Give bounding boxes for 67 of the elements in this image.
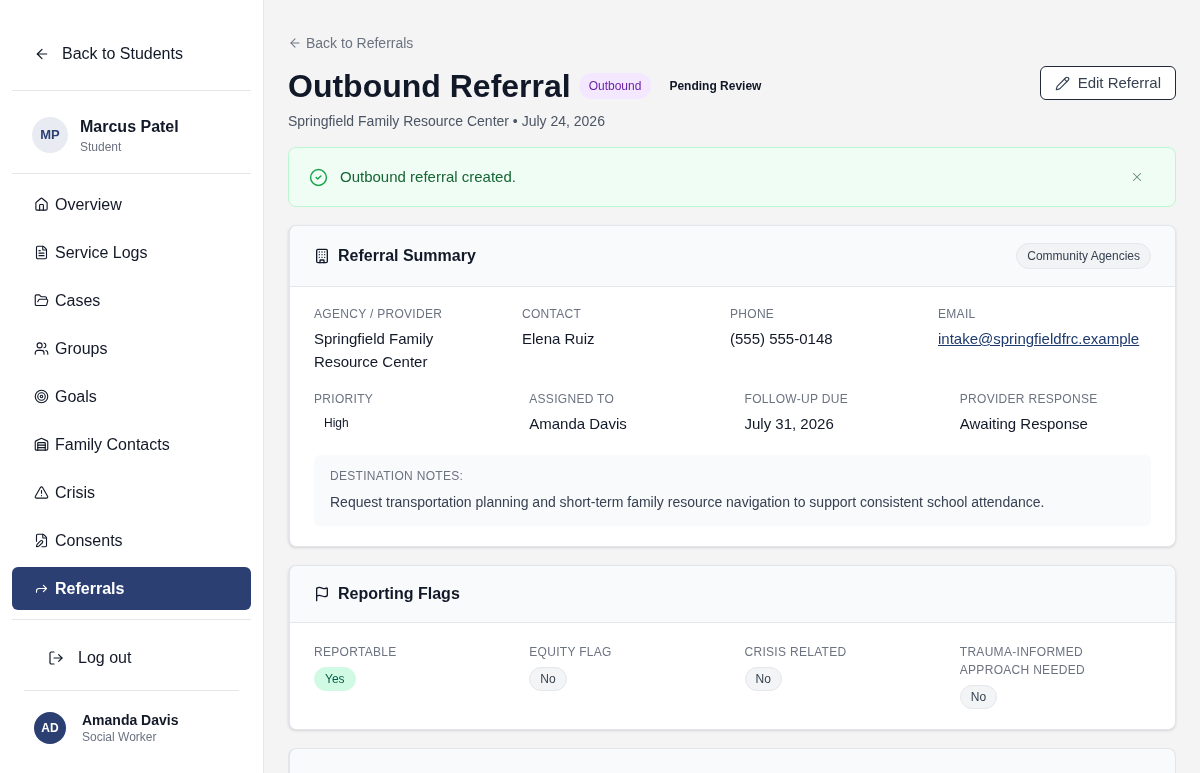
field-label: TRAUMA-INFORMED APPROACH NEEDED — [959, 644, 1086, 679]
nav-item[interactable]: Referrals — [12, 567, 251, 610]
page-title: Outbound Referral — [288, 67, 571, 106]
back-link[interactable]: Back to Students — [12, 40, 251, 68]
back-link[interactable]: Back to Referrals — [288, 33, 414, 53]
avatar: AD — [34, 712, 66, 744]
warehouse-icon — [34, 437, 49, 452]
nav-item[interactable]: Cases — [12, 279, 251, 322]
student-name: Marcus Patel — [80, 117, 179, 137]
nav-item[interactable]: Crisis — [12, 471, 251, 514]
field-value: (555) 555-0148 — [730, 329, 834, 349]
student-role: Student — [80, 139, 123, 155]
field-value: Awaiting Response — [959, 414, 1089, 434]
field-value: Elena Ruiz — [522, 329, 596, 349]
flag-icon — [314, 586, 330, 602]
warning-icon — [34, 485, 49, 500]
nav-item[interactable]: Family Contacts — [12, 423, 251, 466]
field-label: EQUITY FLAG — [529, 644, 612, 661]
logout-button[interactable]: Log out — [12, 638, 251, 678]
field-label: PROVIDER RESPONSE — [959, 391, 1099, 408]
field-label: PRIORITY — [314, 391, 375, 408]
type-badge: Outbound — [578, 73, 652, 99]
no-badge: No — [744, 667, 782, 691]
email-link[interactable]: intake@springfieldfrc.example — [938, 327, 1151, 350]
people-icon — [34, 341, 49, 356]
field-label: PHONE — [730, 306, 776, 323]
priority-value: High — [323, 415, 350, 432]
pencil-icon — [1054, 75, 1070, 91]
alert-message: Outbound referral created. — [340, 166, 516, 187]
status-label: Pending Review — [668, 78, 763, 95]
document-icon — [34, 245, 49, 260]
field-label: AGENCY / PROVIDER — [314, 306, 444, 323]
field-label: CONTACT — [522, 306, 583, 323]
user-role: Social Worker — [82, 729, 158, 745]
avatar: MP — [32, 117, 68, 153]
notes-label: DESTINATION NOTES: — [330, 468, 465, 484]
user-name: Amanda Davis — [82, 711, 179, 729]
category-tag: Community Agencies — [1016, 243, 1151, 269]
target-icon — [34, 389, 49, 404]
no-badge: No — [529, 667, 567, 691]
no-badge: No — [959, 685, 998, 709]
nav-item[interactable]: Goals — [12, 375, 251, 418]
nav-item[interactable]: Service Logs — [12, 231, 251, 274]
field-label: CRISIS RELATED — [744, 644, 847, 661]
close-icon — [1130, 170, 1144, 184]
nav-item[interactable]: Groups — [12, 327, 251, 370]
field-label: ASSIGNED TO — [529, 391, 616, 408]
field-value: July 31, 2026 — [744, 414, 835, 434]
edit-button[interactable]: Edit Referral — [1039, 66, 1176, 100]
field-label: EMAIL — [938, 306, 977, 323]
card-title: Referral Summary — [338, 246, 476, 266]
house-icon — [34, 197, 49, 212]
card-title: Reporting Flags — [338, 584, 460, 604]
yes-badge: Yes — [314, 667, 356, 691]
nav-item[interactable]: Consents — [12, 519, 251, 562]
field-value: Springfield Family Resource Center — [314, 329, 435, 372]
field-label: REPORTABLE — [314, 644, 397, 661]
field-label: FOLLOW-UP DUE — [744, 391, 849, 408]
logout-icon — [48, 650, 64, 666]
field-value: Amanda Davis — [529, 414, 628, 434]
nav-item[interactable]: Overview — [12, 183, 251, 226]
folder-icon — [34, 293, 49, 308]
notes-text: Request transportation planning and short-term family resource navigation to support consistent school attendance. — [330, 493, 1046, 512]
building-icon — [314, 248, 330, 264]
check-circle-icon — [309, 167, 328, 187]
page-subtitle: Springfield Family Resource Center • July 24, 2026 — [288, 112, 606, 131]
pen-document-icon — [34, 533, 49, 548]
